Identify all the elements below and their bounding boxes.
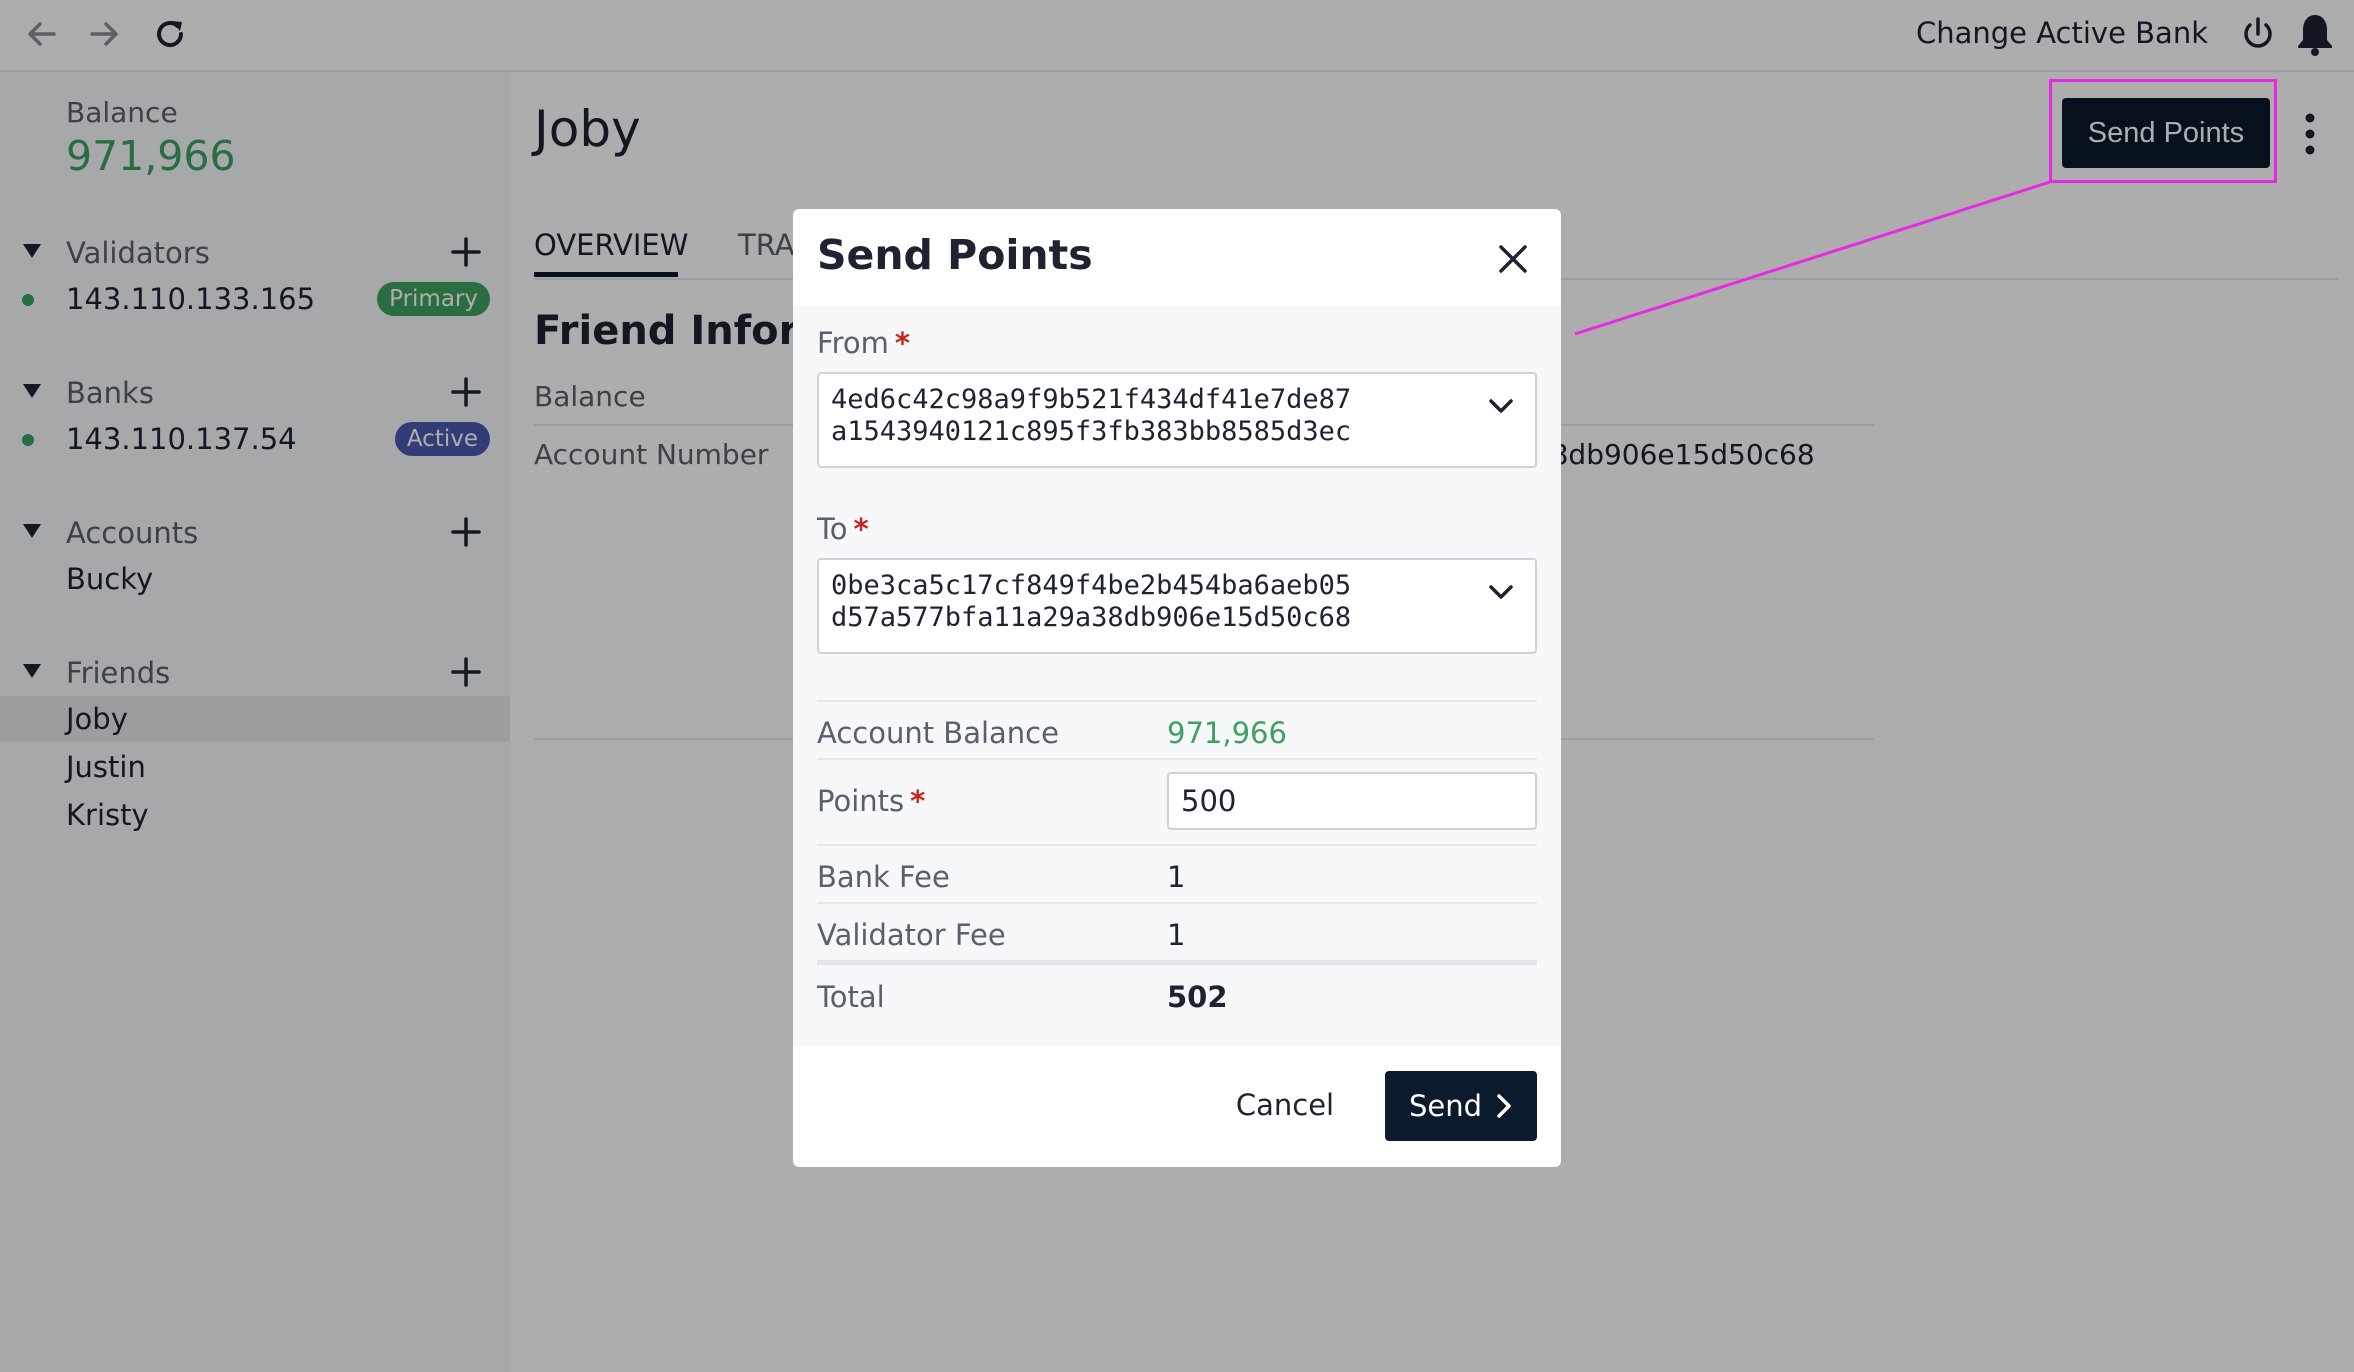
points-label: Points *: [817, 784, 925, 818]
bank-fee-label: Bank Fee: [817, 860, 950, 894]
total-value: 502: [1167, 980, 1228, 1014]
modal-title: Send Points: [817, 231, 1093, 279]
to-label-text: To: [817, 512, 848, 546]
divider: [817, 902, 1537, 904]
bank-fee-value: 1: [1167, 860, 1186, 894]
to-account-value: 0be3ca5c17cf849f4be2b454ba6aeb05 d57a577…: [831, 570, 1351, 634]
total-divider: [817, 960, 1537, 965]
from-field-label: From *: [817, 326, 910, 360]
to-field-label: To *: [817, 512, 869, 546]
to-account-select[interactable]: 0be3ca5c17cf849f4be2b454ba6aeb05 d57a577…: [817, 558, 1537, 654]
from-account-value: 4ed6c42c98a9f9b521f434df41e7de87 a154394…: [831, 384, 1351, 448]
highlight-connector-line: [1574, 180, 2051, 336]
divider: [817, 758, 1537, 760]
divider: [817, 844, 1537, 846]
from-account-select[interactable]: 4ed6c42c98a9f9b521f434df41e7de87 a154394…: [817, 372, 1537, 468]
from-value-line-1: 4ed6c42c98a9f9b521f434df41e7de87: [831, 384, 1352, 415]
to-value-line-1: 0be3ca5c17cf849f4be2b454ba6aeb05: [831, 570, 1352, 601]
account-balance-value: 971,966: [1167, 716, 1287, 750]
send-points-modal: Send Points From * 4ed6c42c98a9f9b521f434…: [793, 209, 1561, 1167]
points-label-text: Points: [817, 784, 905, 818]
validator-fee-label: Validator Fee: [817, 918, 1006, 952]
from-value-line-2: a1543940121c895f3fb383bb8585d3ec: [831, 416, 1352, 447]
chevron-down-icon[interactable]: [1487, 394, 1515, 418]
send-button[interactable]: Send: [1385, 1071, 1537, 1141]
divider: [817, 700, 1537, 702]
points-input[interactable]: [1167, 772, 1537, 830]
modal-body: From * 4ed6c42c98a9f9b521f434df41e7de87 a…: [793, 306, 1561, 1046]
required-mark: *: [853, 512, 869, 546]
to-value-line-2: d57a577bfa11a29a38db906e15d50c68: [831, 602, 1352, 633]
account-balance-label: Account Balance: [817, 716, 1059, 750]
validator-fee-value: 1: [1167, 918, 1186, 952]
from-label-text: From: [817, 326, 889, 360]
required-mark: *: [894, 326, 911, 360]
cancel-button[interactable]: Cancel: [1225, 1071, 1345, 1139]
chevron-right-icon: [1497, 1094, 1511, 1118]
highlight-annotation-box: [2049, 79, 2277, 183]
required-mark: *: [910, 784, 926, 818]
total-label: Total: [817, 980, 885, 1014]
send-button-label: Send: [1409, 1089, 1483, 1123]
close-icon[interactable]: [1493, 239, 1533, 279]
chevron-down-icon[interactable]: [1487, 580, 1515, 604]
